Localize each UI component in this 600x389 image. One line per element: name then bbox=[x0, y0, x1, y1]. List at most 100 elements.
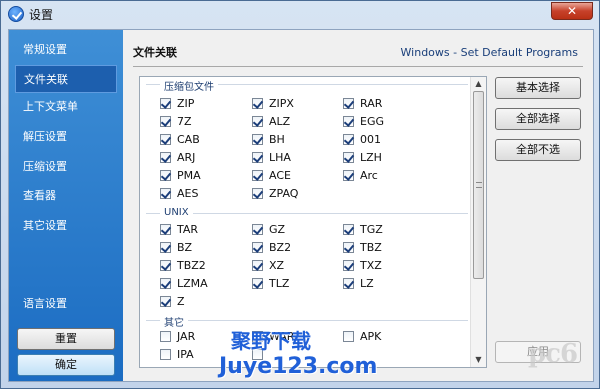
check-icon bbox=[252, 133, 263, 145]
checkbox-zpaq[interactable]: ZPAQ bbox=[252, 186, 298, 200]
group-label-archives: 压缩包文件 bbox=[160, 78, 218, 93]
check-icon bbox=[160, 133, 171, 145]
checkbox-apk[interactable]: APK bbox=[343, 329, 381, 343]
checkbox-label: LZMA bbox=[177, 276, 208, 290]
checkbox-label: LHA bbox=[269, 150, 291, 164]
sidebar-item-language[interactable]: 语言设置 bbox=[15, 290, 117, 318]
checkbox-label: JAR bbox=[177, 329, 196, 343]
check-icon bbox=[252, 151, 263, 163]
scroll-down-icon[interactable]: ▼ bbox=[473, 355, 484, 365]
check-icon bbox=[343, 223, 354, 235]
checkbox-label: TBZ2 bbox=[177, 258, 206, 272]
scroll-thumb[interactable] bbox=[473, 91, 484, 279]
checkbox-label: AES bbox=[177, 186, 199, 200]
checkbox-label: Arc bbox=[360, 168, 378, 182]
check-icon bbox=[343, 133, 354, 145]
checkbox-label: GZ bbox=[269, 222, 286, 236]
check-icon bbox=[252, 223, 263, 235]
checkbox-zip[interactable]: ZIP bbox=[160, 96, 194, 110]
checkbox-bz[interactable]: BZ bbox=[160, 240, 192, 254]
checkbox-001[interactable]: 001 bbox=[343, 132, 381, 146]
checkbox-label: ALZ bbox=[269, 114, 291, 128]
check-icon bbox=[343, 115, 354, 127]
checkbox-label: LZH bbox=[360, 150, 382, 164]
basic-select-button[interactable]: 基本选择 bbox=[495, 77, 581, 99]
group-label-other: 其它 bbox=[160, 314, 188, 329]
ok-button[interactable]: 确定 bbox=[17, 354, 115, 376]
watermark-logo: pc6 bbox=[528, 339, 578, 369]
checkbox-arj[interactable]: ARJ bbox=[160, 150, 195, 164]
checkbox-lzh[interactable]: LZH bbox=[343, 150, 382, 164]
checkbox-lz[interactable]: LZ bbox=[343, 276, 374, 290]
checkbox-egg[interactable]: EGG bbox=[343, 114, 384, 128]
sidebar-item-context-menu[interactable]: 上下文菜单 bbox=[15, 93, 117, 121]
checkbox-tbz2[interactable]: TBZ2 bbox=[160, 258, 206, 272]
checkbox-bz2[interactable]: BZ2 bbox=[252, 240, 291, 254]
check-icon bbox=[160, 259, 171, 271]
page-subtitle: Windows - Set Default Programs bbox=[400, 46, 578, 59]
close-button[interactable]: ✕ bbox=[551, 2, 593, 20]
checkbox-tar[interactable]: TAR bbox=[160, 222, 198, 236]
title-bar[interactable]: 设置 ✕ bbox=[1, 1, 599, 27]
checkbox-lzma[interactable]: LZMA bbox=[160, 276, 208, 290]
check-icon bbox=[160, 151, 171, 163]
checkbox-xz[interactable]: XZ bbox=[252, 258, 284, 272]
checkbox-cab[interactable]: CAB bbox=[160, 132, 200, 146]
check-icon bbox=[252, 259, 263, 271]
checkbox-aes[interactable]: AES bbox=[160, 186, 198, 200]
sidebar-item-compress[interactable]: 压缩设置 bbox=[15, 153, 117, 181]
select-all-button[interactable]: 全部选择 bbox=[495, 108, 581, 130]
checkbox-label: ACE bbox=[269, 168, 291, 182]
checkbox-lha[interactable]: LHA bbox=[252, 150, 291, 164]
reset-button[interactable]: 重置 bbox=[17, 328, 115, 350]
scroll-up-icon[interactable]: ▲ bbox=[473, 79, 484, 89]
checkbox-label: ZIP bbox=[177, 96, 195, 110]
sidebar-item-general[interactable]: 常规设置 bbox=[15, 36, 117, 64]
sidebar-item-extract[interactable]: 解压设置 bbox=[15, 123, 117, 151]
checkbox-txz[interactable]: TXZ bbox=[343, 258, 382, 272]
check-icon bbox=[252, 97, 263, 109]
checkbox-label: TGZ bbox=[360, 222, 383, 236]
checkbox-box bbox=[160, 348, 171, 360]
deselect-all-button[interactable]: 全部不选 bbox=[495, 139, 581, 161]
checkbox-label: 7Z bbox=[177, 114, 192, 128]
checkbox-label: APK bbox=[360, 329, 382, 343]
check-icon bbox=[343, 259, 354, 271]
checkbox-label: TAR bbox=[177, 222, 199, 236]
checkbox-label: IPA bbox=[177, 347, 194, 361]
checkbox-label: RAR bbox=[360, 96, 383, 110]
check-icon bbox=[160, 169, 171, 181]
checkbox-tbz[interactable]: TBZ bbox=[343, 240, 382, 254]
sidebar-item-other[interactable]: 其它设置 bbox=[15, 212, 117, 240]
sidebar: 常规设置 文件关联 上下文菜单 解压设置 压缩设置 查看器 其它设置 语言设置 … bbox=[9, 30, 123, 381]
checkbox-pma[interactable]: PMA bbox=[160, 168, 201, 182]
check-icon bbox=[252, 277, 263, 289]
sidebar-item-file-association[interactable]: 文件关联 bbox=[15, 65, 117, 93]
association-list[interactable]: 压缩包文件 ZIP ZIPX RAR 7Z ALZ EGG CAB BH 001… bbox=[139, 76, 487, 368]
checkbox-7z[interactable]: 7Z bbox=[160, 114, 192, 128]
checkbox-jar[interactable]: JAR bbox=[160, 329, 195, 343]
checkbox-label: EGG bbox=[360, 114, 384, 128]
checkbox-label: TBZ bbox=[360, 240, 382, 254]
checkbox-ipa[interactable]: IPA bbox=[160, 347, 194, 361]
divider bbox=[133, 66, 583, 67]
sidebar-item-viewer[interactable]: 查看器 bbox=[15, 182, 117, 210]
checkbox-ace[interactable]: ACE bbox=[252, 168, 291, 182]
checkbox-label: LZ bbox=[360, 276, 374, 290]
checkbox-bh[interactable]: BH bbox=[252, 132, 285, 146]
checkbox-label: XZ bbox=[269, 258, 285, 272]
checkbox-rar[interactable]: RAR bbox=[343, 96, 382, 110]
checkbox-arc[interactable]: Arc bbox=[343, 168, 378, 182]
checkbox-box bbox=[343, 330, 354, 342]
checkbox-zipx[interactable]: ZIPX bbox=[252, 96, 294, 110]
group-label-unix: UNIX bbox=[160, 207, 193, 218]
checkbox-gz[interactable]: GZ bbox=[252, 222, 285, 236]
check-icon bbox=[252, 241, 263, 253]
checkbox-tgz[interactable]: TGZ bbox=[343, 222, 383, 236]
checkbox-tlz[interactable]: TLZ bbox=[252, 276, 289, 290]
checkbox-label: BZ bbox=[177, 240, 193, 254]
checkbox-alz[interactable]: ALZ bbox=[252, 114, 290, 128]
vertical-scrollbar[interactable]: ▲ ▼ bbox=[470, 77, 486, 367]
checkbox-label: ARJ bbox=[177, 150, 196, 164]
checkbox-z[interactable]: Z bbox=[160, 294, 185, 308]
